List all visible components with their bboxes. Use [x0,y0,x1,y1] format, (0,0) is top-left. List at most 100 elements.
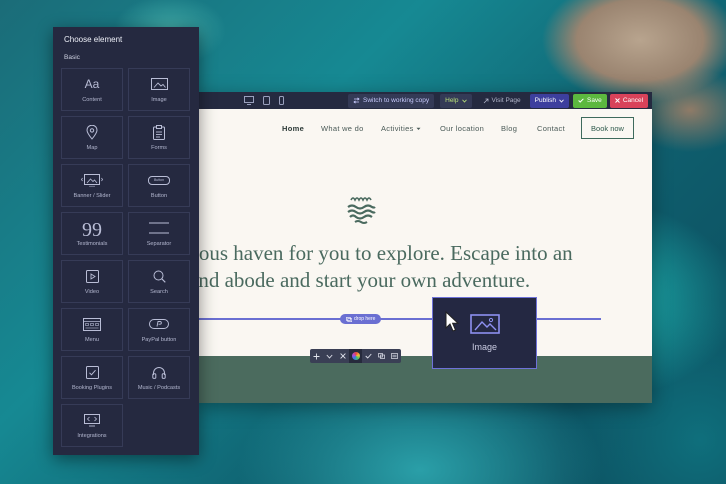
panel-title: Choose element [64,35,123,44]
text-aa-icon: Aa [84,77,100,91]
chevron-down-icon [461,99,467,103]
nav-blog[interactable]: Blog [501,124,517,133]
panel-section-basic: Basic [64,54,80,61]
publish-label: Publish [534,97,556,104]
search-icon [153,270,166,283]
tile-label: PayPal button [141,337,177,343]
tile-label: Music / Podcasts [137,385,181,391]
tablet-icon[interactable] [263,96,270,105]
element-tile-search[interactable]: Search [128,260,190,303]
menu-icon [83,317,101,331]
element-tile-forms[interactable]: Forms [128,116,190,159]
nav-contact[interactable]: Contact [537,124,565,133]
device-switcher [244,96,284,105]
element-tile-content[interactable]: Aa Content [61,68,123,111]
switch-working-copy-button[interactable]: Switch to working copy [348,93,435,108]
element-tile-menu[interactable]: Menu [61,308,123,351]
color-picker-icon[interactable] [349,349,362,363]
separator-icon [149,222,169,234]
element-tile-booking-plugins[interactable]: Booking Plugins [61,356,123,399]
close-icon [614,98,620,103]
paypal-icon [149,319,169,329]
cancel-button[interactable]: Cancel [609,93,649,108]
element-tile-map[interactable]: Map [61,116,123,159]
nav-activities[interactable]: Activities [381,124,421,133]
delete-icon[interactable] [336,349,349,363]
drop-icon [346,316,352,322]
hero-line-1: rious haven for you to explore. Escape i… [196,241,573,265]
tile-label: Video [84,289,100,295]
hero-heading: rious haven for you to explore. Escape i… [196,240,646,294]
external-link-icon [483,98,488,103]
chevron-down-icon [559,99,564,103]
save-label: Save [586,97,602,104]
nav-our-location[interactable]: Our location [440,124,484,133]
tile-label: Map [86,145,98,151]
tile-label: Image [151,97,167,103]
tile-label: Booking Plugins [71,385,113,391]
save-button[interactable]: Save [572,93,607,108]
cancel-label: Cancel [622,97,644,104]
quote-icon: 99 [82,219,102,241]
site-navigation: Home What we do Activities Our location … [196,109,652,147]
tile-label: Testimonials [76,241,108,247]
element-tile-separator[interactable]: Separator [128,212,190,255]
checkmark-icon [578,98,584,103]
duplicate-icon[interactable] [375,349,388,363]
editor-toolbar: Switch to working copy Help Visit Page P… [196,92,652,109]
dragging-image-element[interactable]: Image [432,297,537,369]
element-tile-image[interactable]: Image [128,68,190,111]
switch-working-copy-label: Switch to working copy [363,97,430,104]
settings-icon[interactable] [388,349,401,363]
nav-home[interactable]: Home [282,124,304,133]
dragging-image-label: Image [471,342,497,352]
button-icon: Button [148,175,170,185]
help-label: Help [445,97,459,104]
element-tile-video[interactable]: Video [61,260,123,303]
image-icon [150,78,168,90]
visit-page-label: Visit Page [491,97,521,104]
help-button[interactable]: Help [440,93,472,108]
visit-page-button[interactable]: Visit Page [478,94,526,108]
tile-label: Search [150,289,168,295]
element-tile-banner-slider[interactable]: Banner / Slider [61,164,123,207]
element-tile-paypal-button[interactable]: PayPal button [128,308,190,351]
tile-label: Button [150,193,168,199]
banner-slider-icon [81,173,103,187]
calendar-check-icon [85,365,99,379]
editor-window: Switch to working copy Help Visit Page P… [196,92,652,403]
element-tile-testimonials[interactable]: 99 Testimonials [61,212,123,255]
mobile-icon[interactable] [279,96,284,105]
button-icon-text: Button [153,178,165,182]
tile-label: Separator [146,241,172,247]
tile-label: Integrations [77,433,107,439]
mouse-cursor-icon [445,311,459,332]
video-icon [85,269,99,283]
headphones-icon [152,366,166,379]
tile-label: Banner / Slider [73,193,111,199]
tile-label: Menu [85,337,99,343]
hero-line-2: and abode and start your own adventure. [196,268,531,292]
publish-button[interactable]: Publish [529,93,569,108]
element-tile-integrations[interactable]: Integrations [61,404,123,447]
switch-arrows-icon [353,97,360,104]
integrations-icon [84,413,100,426]
chevron-down-icon[interactable] [323,349,336,363]
clipboard-icon [153,124,165,140]
tile-label: Content [82,97,102,103]
element-tile-music-podcasts[interactable]: Music / Podcasts [128,356,190,399]
nav-what-we-do[interactable]: What we do [321,124,364,133]
desktop-icon[interactable] [244,96,254,105]
drop-indicator-line [196,318,601,320]
tile-label: Forms [151,145,167,151]
site-logo-icon [347,197,376,224]
element-tile-button[interactable]: Button Button [128,164,190,207]
map-pin-icon [86,124,98,140]
add-icon[interactable] [310,349,323,363]
chevron-down-icon [416,127,421,130]
drop-here-tag: drop here [340,314,382,324]
choose-element-panel: Choose element Basic Aa Content Image Ma… [53,27,199,455]
checkmark-icon[interactable] [362,349,375,363]
color-wheel [351,352,360,360]
book-now-button[interactable]: Book now [581,117,634,139]
